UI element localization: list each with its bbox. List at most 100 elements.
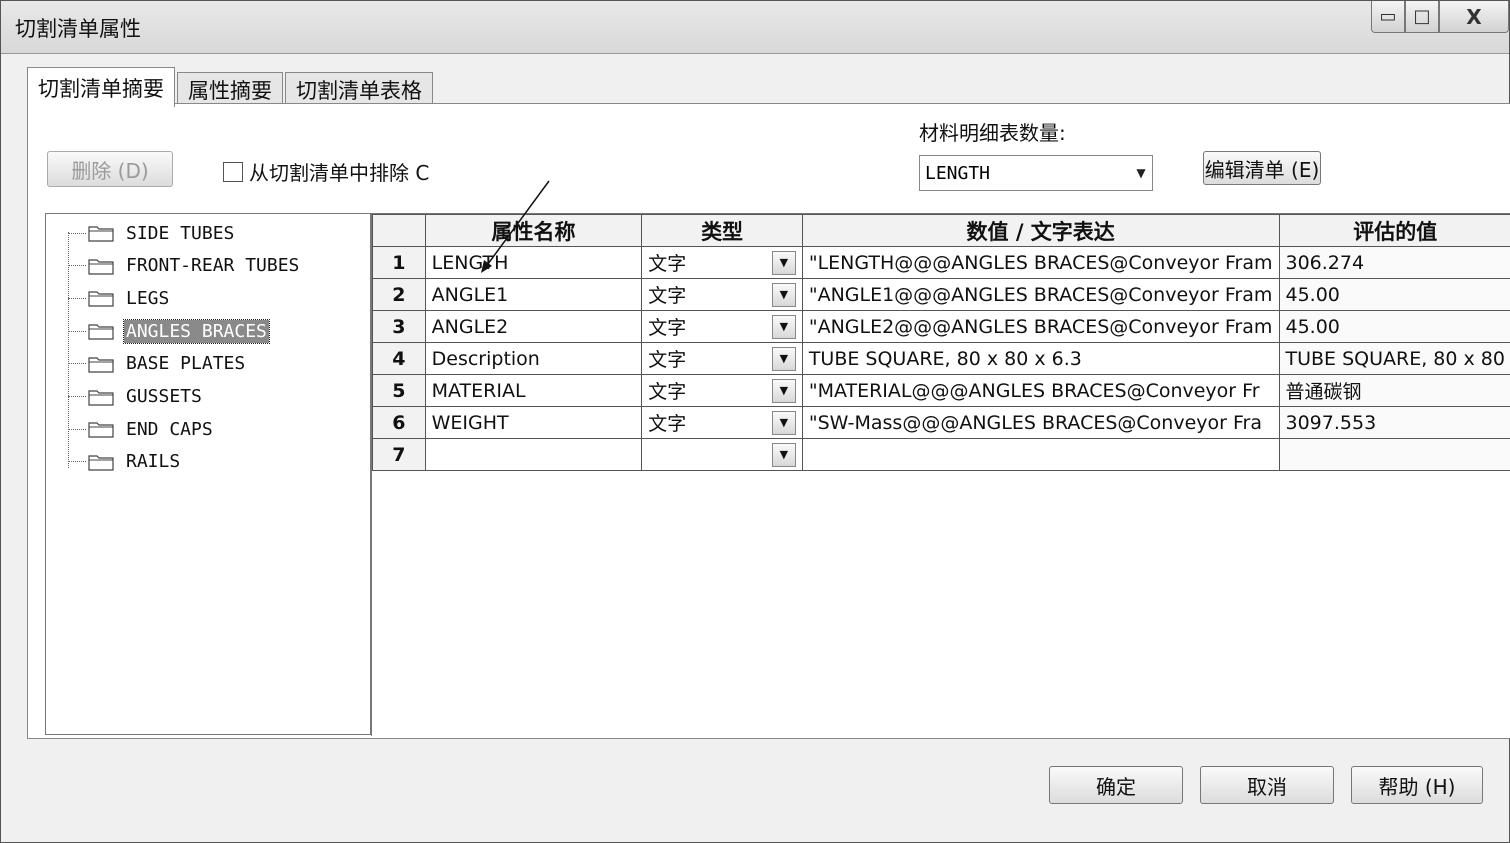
table-row[interactable]: 6 WEIGHT 文字 ▼ "SW-Mass@@@ANGLES BRACES@Conve… [372, 406, 1510, 439]
type-cell[interactable]: 文字 ▼ [641, 310, 803, 343]
tree-item[interactable]: FRONT-REAR TUBES [68, 251, 301, 281]
folder-icon [88, 324, 114, 340]
type-value: 文字 [648, 253, 687, 275]
tree-item[interactable]: ANGLES BRACES [68, 316, 270, 346]
table-row[interactable]: 3 ANGLE2 文字 ▼ "ANGLE2@@@ANGLES BRACES@Convey… [372, 310, 1510, 343]
property-name-cell[interactable]: MATERIAL [424, 374, 643, 407]
bom-quantity-select[interactable]: LENGTH ▼ [919, 155, 1153, 191]
property-grid: 属性名称 类型 数值 / 文字表达 评估的值 1 LENGTH 文字 ▼ "LENGTH… [371, 213, 1510, 736]
tree-item[interactable]: GUSSETS [68, 382, 204, 412]
chevron-down-icon[interactable]: ▼ [771, 346, 796, 371]
header-type[interactable]: 类型 [641, 214, 803, 247]
chevron-down-icon[interactable]: ▼ [771, 378, 796, 403]
row-number[interactable]: 1 [372, 246, 426, 279]
table-row[interactable]: 7 ▼ [372, 438, 1510, 471]
tree-item[interactable]: RAILS [68, 447, 182, 477]
row-number[interactable]: 5 [372, 374, 426, 407]
table-corner[interactable] [372, 214, 426, 247]
type-cell[interactable]: 文字 ▼ [641, 278, 803, 311]
header-value-expression[interactable]: 数值 / 文字表达 [801, 214, 1280, 247]
evaluated-value-cell: 普通碳钢 [1278, 374, 1510, 407]
tree-item-label: BASE PLATES [126, 353, 246, 375]
maximize-button[interactable]: □ [1405, 1, 1439, 33]
tab-cut-list-table[interactable]: 切割清单表格 [285, 72, 433, 106]
table-row[interactable]: 5 MATERIAL 文字 ▼ "MATERIAL@@@ANGLES BRACES@Co… [372, 374, 1510, 407]
chevron-down-icon[interactable]: ▼ [771, 314, 796, 339]
property-name-cell[interactable]: WEIGHT [424, 406, 643, 439]
tree-connector-line [68, 330, 86, 332]
window-title: 切割清单属性 [15, 17, 141, 41]
tree-item-label: GUSSETS [126, 386, 202, 407]
folder-icon [88, 291, 114, 307]
type-value: 文字 [648, 285, 687, 307]
value-expression-cell[interactable]: TUBE SQUARE, 80 x 80 x 6.3 [801, 342, 1280, 375]
folder-icon [88, 357, 114, 373]
property-name-cell[interactable]: Description [424, 342, 643, 375]
tab-cut-list-summary[interactable]: 切割清单摘要 [27, 67, 175, 107]
header-property-name[interactable]: 属性名称 [424, 214, 643, 247]
exclude-checkbox-label: 从切割清单中排除 C [249, 161, 430, 185]
close-button[interactable]: X [1439, 1, 1509, 33]
tree-connector-line [68, 428, 86, 430]
table-row[interactable]: 4 Description 文字 ▼ TUBE SQUARE, 80 x 80 x 6.… [372, 342, 1510, 375]
type-value: 文字 [648, 413, 687, 435]
evaluated-value-cell: 45.00 [1278, 310, 1510, 343]
tree-connector-line [68, 297, 86, 299]
table-row[interactable]: 1 LENGTH 文字 ▼ "LENGTH@@@ANGLES BRACES@Convey… [372, 246, 1510, 279]
bom-quantity-value: LENGTH [925, 162, 991, 184]
value-expression-cell[interactable]: "ANGLE2@@@ANGLES BRACES@Conveyor Fram [801, 310, 1280, 343]
value-expression-cell[interactable]: "SW-Mass@@@ANGLES BRACES@Conveyor Fra [801, 406, 1280, 439]
chevron-down-icon: ▼ [1136, 166, 1146, 180]
tab-property-summary[interactable]: 属性摘要 [177, 72, 283, 106]
tree-item[interactable]: LEGS [68, 283, 171, 313]
value-expression-cell[interactable] [801, 438, 1280, 471]
type-cell[interactable]: 文字 ▼ [641, 406, 803, 439]
property-name-cell[interactable]: ANGLE1 [424, 278, 643, 311]
property-name-cell[interactable]: ANGLE2 [424, 310, 643, 343]
type-cell[interactable]: 文字 ▼ [641, 246, 803, 279]
chevron-down-icon[interactable]: ▼ [771, 250, 796, 275]
tree-connector-line [68, 232, 86, 234]
chevron-down-icon[interactable]: ▼ [771, 410, 796, 435]
tree-item[interactable]: SIDE TUBES [68, 218, 236, 248]
tree-connector-line [68, 265, 86, 267]
row-number[interactable]: 6 [372, 406, 426, 439]
value-expression-cell[interactable]: "LENGTH@@@ANGLES BRACES@Conveyor Fram [801, 246, 1280, 279]
header-evaluated-value[interactable]: 评估的值 [1278, 214, 1510, 247]
evaluated-value-cell [1278, 438, 1510, 471]
delete-button[interactable]: 删除 (D) [47, 151, 173, 187]
value-expression-cell[interactable]: "MATERIAL@@@ANGLES BRACES@Conveyor Fr [801, 374, 1280, 407]
type-cell[interactable]: 文字 ▼ [641, 342, 803, 375]
chevron-down-icon[interactable]: ▼ [771, 442, 796, 467]
type-value: 文字 [648, 349, 687, 371]
evaluated-value-cell: 45.00 [1278, 278, 1510, 311]
tree-connector-line [68, 363, 86, 365]
cancel-button[interactable]: 取消 [1200, 766, 1334, 804]
minimize-button[interactable]: ▭ [1371, 1, 1405, 33]
folder-icon [88, 455, 114, 471]
row-number[interactable]: 3 [372, 310, 426, 343]
type-cell[interactable]: ▼ [641, 438, 803, 471]
tree-connector-line [68, 396, 86, 397]
cut-list-tree: SIDE TUBES FRONT-REAR TUBES LEGS ANGLES BRA… [45, 213, 371, 735]
help-button[interactable]: 帮助 (H) [1351, 766, 1483, 804]
value-expression-cell[interactable]: "ANGLE1@@@ANGLES BRACES@Conveyor Fram [801, 278, 1280, 311]
tree-connector-line [68, 461, 86, 463]
exclude-checkbox[interactable] [223, 161, 243, 182]
tree-item-label: END CAPS [126, 418, 213, 440]
table-row[interactable]: 2 ANGLE1 文字 ▼ "ANGLE1@@@ANGLES BRACES@Convey… [372, 278, 1510, 311]
type-cell[interactable]: 文字 ▼ [641, 374, 803, 407]
row-number[interactable]: 7 [372, 438, 426, 471]
ok-button[interactable]: 确定 [1049, 766, 1183, 804]
folder-icon [88, 226, 114, 242]
edit-list-button[interactable]: 编辑清单 (E) [1203, 151, 1321, 185]
chevron-down-icon[interactable]: ▼ [771, 282, 796, 307]
tree-item[interactable]: END CAPS [68, 414, 215, 444]
row-number[interactable]: 2 [372, 278, 426, 311]
property-name-cell[interactable] [424, 438, 643, 471]
tree-item-label: LEGS [126, 287, 170, 309]
tree-item[interactable]: BASE PLATES [68, 349, 247, 379]
property-name-cell[interactable]: LENGTH [424, 246, 643, 279]
row-number[interactable]: 4 [372, 342, 426, 375]
tab-strip: 切割清单摘要 属性摘要 切割清单表格 [27, 67, 435, 107]
